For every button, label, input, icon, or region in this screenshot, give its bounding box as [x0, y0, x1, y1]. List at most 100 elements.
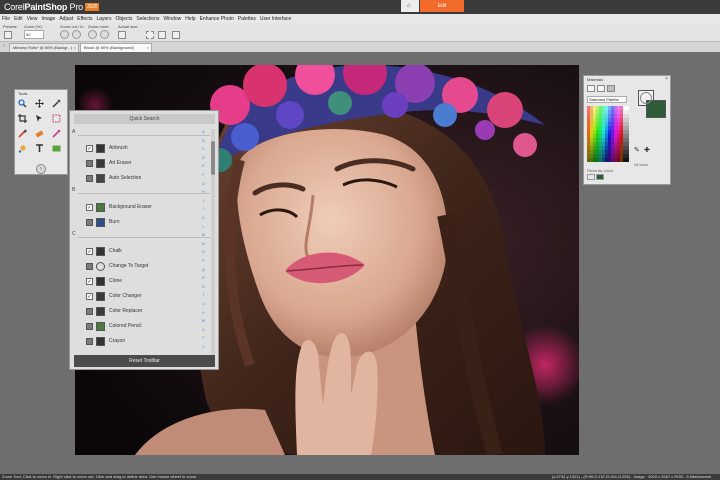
tool-row-color-changer[interactable]: ✓ Color Changer: [86, 291, 142, 301]
menu-window[interactable]: Window: [164, 16, 182, 22]
recent-color-2[interactable]: [596, 174, 604, 180]
selection-tool-icon[interactable]: [52, 114, 61, 123]
tool-row-crayon[interactable]: Crayon: [86, 336, 125, 346]
menu-selections[interactable]: Selections: [136, 16, 159, 22]
tool-row-background-eraser[interactable]: ✓ Background Eraser: [86, 202, 152, 212]
zoom-tool-icon[interactable]: [18, 99, 27, 108]
menu-image[interactable]: Image: [41, 16, 55, 22]
add-swatch-icon[interactable]: ✚: [644, 146, 650, 154]
recent-color-1[interactable]: [587, 174, 595, 180]
zoom-percent-input[interactable]: 50: [24, 30, 44, 39]
alphabet-index-y[interactable]: Y: [201, 335, 206, 340]
checkbox-unchecked[interactable]: [86, 218, 93, 226]
menu-adjust[interactable]: Adjust: [59, 16, 73, 22]
tool-row-clone[interactable]: ✓ Clone: [86, 276, 122, 286]
swatch-tab-icon[interactable]: [597, 85, 605, 92]
checkbox-checked[interactable]: ✓: [86, 144, 93, 152]
close-icon[interactable]: ×: [74, 44, 76, 52]
checkbox-checked[interactable]: ✓: [86, 203, 93, 211]
alphabet-index-w[interactable]: W: [201, 318, 206, 323]
alphabet-index-o[interactable]: O: [201, 249, 206, 254]
tab-scroll-icon[interactable]: ‹: [3, 43, 5, 49]
tool-row-art-eraser[interactable]: Art Eraser: [86, 158, 132, 168]
alphabet-index-l[interactable]: L: [201, 224, 206, 229]
paint-brush-icon[interactable]: [18, 129, 28, 138]
close-icon[interactable]: ×: [665, 76, 668, 82]
menu-effects[interactable]: Effects: [77, 16, 92, 22]
checkbox-unchecked[interactable]: [86, 307, 93, 315]
alphabet-index-k[interactable]: K: [201, 215, 206, 220]
checkbox-checked[interactable]: ✓: [86, 292, 93, 300]
tool-row-change-to-target[interactable]: Change To Target: [86, 261, 148, 271]
palette-select[interactable]: Standard Palette: [587, 96, 627, 103]
checkbox-unchecked[interactable]: [86, 262, 93, 270]
menu-help[interactable]: Help: [185, 16, 195, 22]
tool-row-burn[interactable]: Burn: [86, 217, 120, 227]
alphabet-index-i[interactable]: I: [201, 198, 206, 203]
checkbox-unchecked[interactable]: [86, 159, 93, 167]
alphabet-index-v[interactable]: V: [201, 310, 206, 315]
retouch-tool-icon[interactable]: [52, 129, 61, 138]
menu-view[interactable]: View: [27, 16, 38, 22]
alphabet-index-b[interactable]: B: [201, 138, 206, 143]
checkbox-checked[interactable]: ✓: [86, 247, 93, 255]
edit-workspace-tab[interactable]: Edit: [420, 0, 464, 12]
checkbox-unchecked[interactable]: [86, 174, 93, 182]
checkbox-checked[interactable]: ✓: [86, 277, 93, 285]
alphabet-index-u[interactable]: U: [201, 301, 206, 306]
alphabet-index-p[interactable]: P: [201, 258, 206, 263]
checkbox-unchecked[interactable]: [86, 337, 93, 345]
reset-toolbar-button[interactable]: Reset Toolbar: [74, 355, 215, 367]
more-tools-icon[interactable]: ›: [36, 164, 46, 174]
alphabet-index-x[interactable]: X: [201, 327, 206, 332]
panel-scrollbar[interactable]: [211, 129, 215, 359]
close-icon[interactable]: ×: [147, 44, 149, 52]
dropper-icon[interactable]: ✎: [634, 146, 640, 154]
alphabet-index-t[interactable]: T: [201, 292, 206, 297]
alphabet-index-h[interactable]: H: [201, 189, 206, 194]
shape-tool-icon[interactable]: [52, 144, 61, 153]
alphabet-index-a[interactable]: A: [201, 129, 206, 134]
paint-bucket-icon[interactable]: [18, 144, 27, 153]
fit-image-icon[interactable]: [158, 31, 166, 39]
alphabet-index-e[interactable]: E: [201, 163, 206, 168]
document-tab-2[interactable]: Brush @ 50% (Background) ×: [80, 43, 152, 52]
alphabet-index-r[interactable]: R: [201, 275, 206, 280]
dropper-tool-icon[interactable]: [52, 99, 61, 108]
menu-layers[interactable]: Layers: [96, 16, 111, 22]
zoom-in-icon[interactable]: [72, 30, 81, 39]
color-swatches[interactable]: [587, 106, 629, 162]
alphabet-index-f[interactable]: F: [201, 172, 206, 177]
foreground-background-swatch[interactable]: [632, 90, 670, 130]
zoom-more-in-icon[interactable]: [100, 30, 109, 39]
pick-tool-icon[interactable]: [35, 114, 44, 123]
crop-tool-icon[interactable]: [18, 114, 27, 123]
tool-row-airbrush[interactable]: ✓ Airbrush: [86, 143, 128, 153]
tool-row-color-replacer[interactable]: Color Replacer: [86, 306, 142, 316]
checkbox-unchecked[interactable]: [86, 322, 93, 330]
actual-size-icon[interactable]: [118, 31, 126, 39]
home-workspace-tab[interactable]: ⌂: [401, 0, 419, 12]
fit-screen-icon[interactable]: [172, 31, 180, 39]
quick-search-input[interactable]: Quick Search: [74, 114, 215, 124]
menu-user-interface[interactable]: User Interface: [260, 16, 291, 22]
tool-row-colored-pencil[interactable]: Colored Pencil: [86, 321, 142, 331]
alphabet-index-d[interactable]: D: [201, 155, 206, 160]
tool-row-chalk[interactable]: ✓ Chalk: [86, 246, 122, 256]
menu-enhance-photo[interactable]: Enhance Photo: [200, 16, 234, 22]
alphabet-index-z[interactable]: Z: [201, 344, 206, 349]
zoom-more-out-icon[interactable]: [88, 30, 97, 39]
alphabet-index-s[interactable]: S: [201, 284, 206, 289]
alphabet-index-q[interactable]: Q: [201, 267, 206, 272]
alphabet-index-n[interactable]: N: [201, 241, 206, 246]
zoom-out-icon[interactable]: [60, 30, 69, 39]
eraser-tool-icon[interactable]: [35, 129, 44, 138]
text-tool-icon[interactable]: [35, 144, 44, 153]
document-tab-1[interactable]: Miriamy Rolls* @ 50% (Backgr.. ) ×: [9, 43, 79, 52]
scroll-thumb[interactable]: [211, 141, 215, 175]
fit-window-icon[interactable]: [146, 31, 154, 39]
menu-edit[interactable]: Edit: [14, 16, 23, 22]
alphabet-index-m[interactable]: M: [201, 232, 206, 237]
frame-tab-icon[interactable]: [587, 85, 595, 92]
move-tool-icon[interactable]: [35, 99, 44, 108]
